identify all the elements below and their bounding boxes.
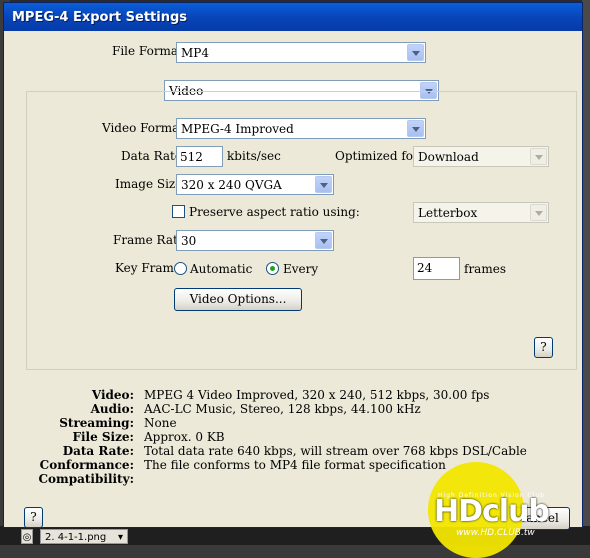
chevron-down-icon bbox=[530, 148, 547, 165]
chevron-down-icon bbox=[315, 176, 332, 193]
summary-audio-value: AAC-LC Music, Stereo, 128 kbps, 44.100 k… bbox=[144, 402, 421, 416]
dialog-body: File Format: MP4 Video Video Format: MPE… bbox=[8, 31, 578, 530]
summary-conformance-value: The file conforms to MP4 file format spe… bbox=[144, 458, 446, 472]
image-size-value: 320 x 240 QVGA bbox=[181, 178, 282, 192]
image-size-select[interactable]: 320 x 240 QVGA bbox=[176, 174, 334, 195]
video-options-button-label: Video Options... bbox=[189, 292, 287, 306]
watermark-url: www.HD.CLUB.tw bbox=[456, 528, 535, 538]
title-bar[interactable]: MPEG-4 Export Settings bbox=[4, 3, 582, 31]
summary-data-rate-label: Data Rate: bbox=[62, 444, 134, 458]
data-rate-value: 512 bbox=[180, 150, 203, 164]
summary-video-value: MPEG 4 Video Improved, 320 x 240, 512 kb… bbox=[144, 388, 490, 402]
frame-rate-value: 30 bbox=[181, 234, 197, 248]
summary-file-size-label: File Size: bbox=[72, 430, 134, 444]
footer-help-button[interactable]: ? bbox=[24, 507, 43, 528]
summary-data-rate-value: Total data rate 640 kbps, will stream ov… bbox=[144, 444, 527, 458]
summary-audio-label: Audio: bbox=[90, 402, 134, 416]
key-frame-count-input[interactable]: 24 bbox=[413, 257, 460, 280]
file-format-select[interactable]: MP4 bbox=[176, 42, 426, 63]
video-format-select[interactable]: MPEG-4 Improved bbox=[176, 118, 426, 139]
optimized-for-label: Optimized for: bbox=[335, 149, 423, 163]
taskbar-item[interactable]: 2. 4-1-1.png ▾ bbox=[40, 529, 128, 544]
chevron-down-icon bbox=[315, 232, 332, 249]
summary-conformance-label: Conformance: bbox=[39, 458, 134, 472]
data-rate-unit: kbits/sec bbox=[227, 149, 281, 163]
data-rate-input[interactable]: 512 bbox=[176, 146, 223, 167]
background-panel-right bbox=[582, 0, 590, 545]
summary-streaming-label: Streaming: bbox=[59, 416, 134, 430]
key-frame-every-radio[interactable] bbox=[266, 262, 279, 275]
help-icon: ? bbox=[540, 340, 547, 354]
file-format-value: MP4 bbox=[181, 46, 209, 60]
preserve-aspect-label: Preserve aspect ratio using: bbox=[189, 205, 360, 219]
summary-video-label: Video: bbox=[91, 388, 134, 402]
preserve-aspect-value: Letterbox bbox=[418, 206, 478, 220]
optimized-for-select[interactable]: Download bbox=[413, 146, 549, 167]
taskbar-icon[interactable]: ◎ bbox=[21, 529, 33, 544]
preserve-aspect-select[interactable]: Letterbox bbox=[413, 202, 549, 223]
key-frame-automatic-label: Automatic bbox=[190, 262, 253, 276]
chevron-down-icon bbox=[407, 120, 424, 137]
key-frame-unit: frames bbox=[464, 262, 506, 276]
preserve-aspect-checkbox[interactable] bbox=[172, 205, 185, 218]
summary-file-size-value: Approx. 0 KB bbox=[144, 430, 225, 444]
window-title: MPEG-4 Export Settings bbox=[12, 10, 187, 25]
chevron-down-icon: ▾ bbox=[117, 532, 123, 543]
summary-compatibility-label: Compatibility: bbox=[38, 472, 134, 486]
help-icon: ? bbox=[30, 510, 37, 524]
watermark-logo: HDclub bbox=[434, 494, 550, 529]
chevron-down-icon bbox=[530, 204, 547, 221]
optimized-for-value: Download bbox=[418, 150, 479, 164]
video-format-value: MPEG-4 Improved bbox=[181, 122, 294, 136]
video-options-button[interactable]: Video Options... bbox=[174, 288, 302, 311]
taskbar-item-label: 2. 4-1-1.png bbox=[45, 532, 107, 543]
key-frame-automatic-radio[interactable] bbox=[174, 262, 187, 275]
key-frame-count-value: 24 bbox=[417, 261, 433, 275]
video-help-button[interactable]: ? bbox=[534, 337, 553, 358]
chevron-down-icon bbox=[407, 44, 424, 61]
export-settings-dialog: MPEG-4 Export Settings File Format: MP4 … bbox=[3, 2, 583, 530]
summary-streaming-value: None bbox=[144, 416, 177, 430]
key-frame-every-label: Every bbox=[283, 262, 319, 276]
frame-rate-select[interactable]: 30 bbox=[176, 230, 334, 251]
